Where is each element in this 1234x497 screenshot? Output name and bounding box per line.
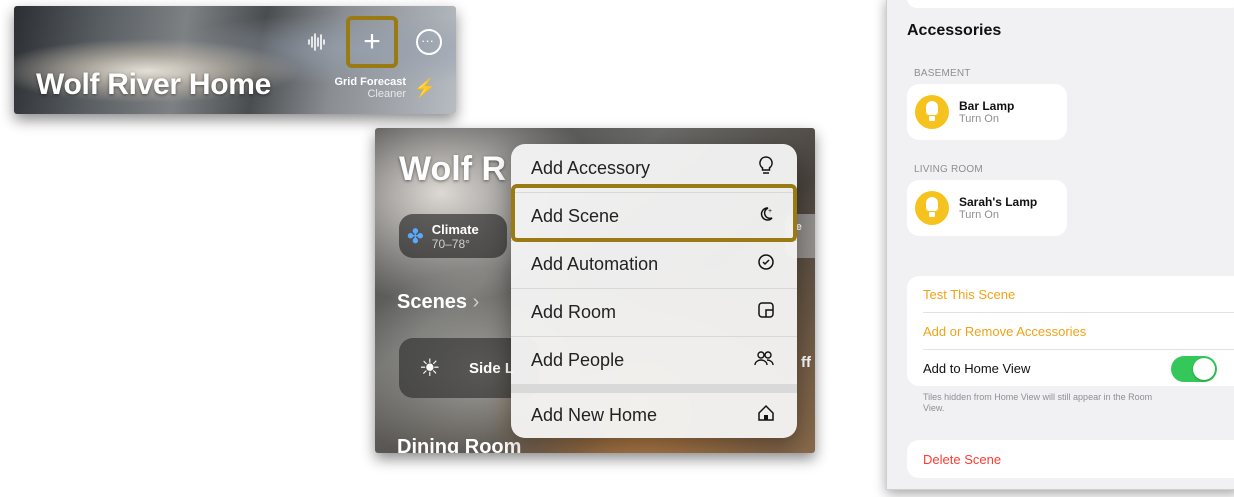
lightbulb-icon xyxy=(757,155,775,181)
home-add-menu-crop: Wolf R ✤ Climate 70–78° pe Scenes › ☀ Si… xyxy=(375,128,815,453)
waveform-icon[interactable] xyxy=(306,31,328,53)
lightbulb-icon xyxy=(915,191,949,225)
chevron-right-icon: › xyxy=(472,291,480,313)
home-view-footnote: Tiles hidden from Home View will still a… xyxy=(923,392,1153,413)
climate-chip[interactable]: ✤ Climate 70–78° xyxy=(399,214,507,258)
menu-item-label: Add Room xyxy=(531,301,617,322)
people-icon xyxy=(753,349,775,372)
more-options-icon[interactable] xyxy=(416,29,442,55)
accessories-heading: Accessories xyxy=(907,22,1002,39)
section-label-living-room: LIVING ROOM xyxy=(914,164,983,175)
menu-add-new-home[interactable]: Add New Home xyxy=(511,393,797,438)
lightbulb-icon xyxy=(915,95,949,129)
accessory-tile-sarahs-lamp[interactable]: Sarah's Lamp Turn On xyxy=(907,180,1067,236)
menu-add-automation[interactable]: Add Automation xyxy=(511,240,797,288)
partial-tile-text: ff xyxy=(801,354,811,371)
add-menu: Add Accessory Add Scene + Add Automation… xyxy=(511,144,797,438)
scene-settings-panel: Accessories BASEMENT Bar Lamp Turn On LI… xyxy=(886,0,1234,490)
grid-forecast-subtitle: Cleaner xyxy=(367,88,406,100)
section-label-basement: BASEMENT xyxy=(914,68,971,79)
menu-add-room[interactable]: Add Room xyxy=(511,288,797,336)
add-scene-highlight xyxy=(511,184,797,242)
accessory-status: Turn On xyxy=(959,209,999,221)
home-icon xyxy=(757,404,775,427)
delete-scene-button[interactable]: Delete Scene xyxy=(923,441,1234,477)
test-scene-button[interactable]: Test This Scene xyxy=(923,276,1234,312)
delete-card: Delete Scene xyxy=(907,440,1234,478)
grid-forecast[interactable]: Grid Forecast Cleaner xyxy=(334,76,406,100)
home-view-row: Add to Home View xyxy=(923,350,1234,386)
scene-tile-label: Side L xyxy=(469,360,515,377)
menu-item-label: Add Accessory xyxy=(531,157,651,178)
menu-group-gap xyxy=(511,384,797,393)
home-view-toggle[interactable] xyxy=(1171,356,1217,382)
grid-forecast-title: Grid Forecast xyxy=(334,76,406,88)
menu-item-label: Add New Home xyxy=(531,405,658,425)
add-button-highlight[interactable]: + xyxy=(346,16,398,68)
sun-icon: ☀ xyxy=(419,355,441,382)
top-card-edge xyxy=(907,0,1234,8)
energy-bolt-icon: ⚡ xyxy=(413,78,436,98)
menu-item-label: Add Automation xyxy=(531,253,659,274)
add-remove-accessories-button[interactable]: Add or Remove Accessories xyxy=(923,313,1234,349)
dining-room-label[interactable]: Dining Room xyxy=(397,436,521,453)
clock-icon xyxy=(757,253,775,276)
plus-icon[interactable]: + xyxy=(363,27,381,57)
header-icons: + xyxy=(306,16,442,68)
fan-icon: ✤ xyxy=(407,225,424,248)
climate-chip-title: Climate xyxy=(431,221,479,237)
background-home-title: Wolf R xyxy=(399,150,507,188)
scenes-label-text: Scenes xyxy=(397,291,468,313)
accessory-status: Turn On xyxy=(959,113,999,125)
home-view-label: Add to Home View xyxy=(923,360,1031,376)
accessory-title: Bar Lamp xyxy=(959,99,1015,113)
accessory-tile-bar-lamp[interactable]: Bar Lamp Turn On xyxy=(907,84,1067,140)
menu-item-label: Add People xyxy=(531,349,625,370)
room-icon xyxy=(757,301,775,324)
menu-add-people[interactable]: Add People xyxy=(511,336,797,384)
home-title: Wolf River Home xyxy=(36,68,271,101)
accessory-title: Sarah's Lamp xyxy=(959,195,1038,209)
scene-actions-card: Test This Scene Add or Remove Accessorie… xyxy=(907,276,1234,386)
home-header-crop: Wolf River Home + Grid Forecast Cleaner … xyxy=(14,6,456,114)
climate-chip-range: 70–78° xyxy=(431,236,470,251)
scenes-section-label[interactable]: Scenes › xyxy=(397,291,479,314)
